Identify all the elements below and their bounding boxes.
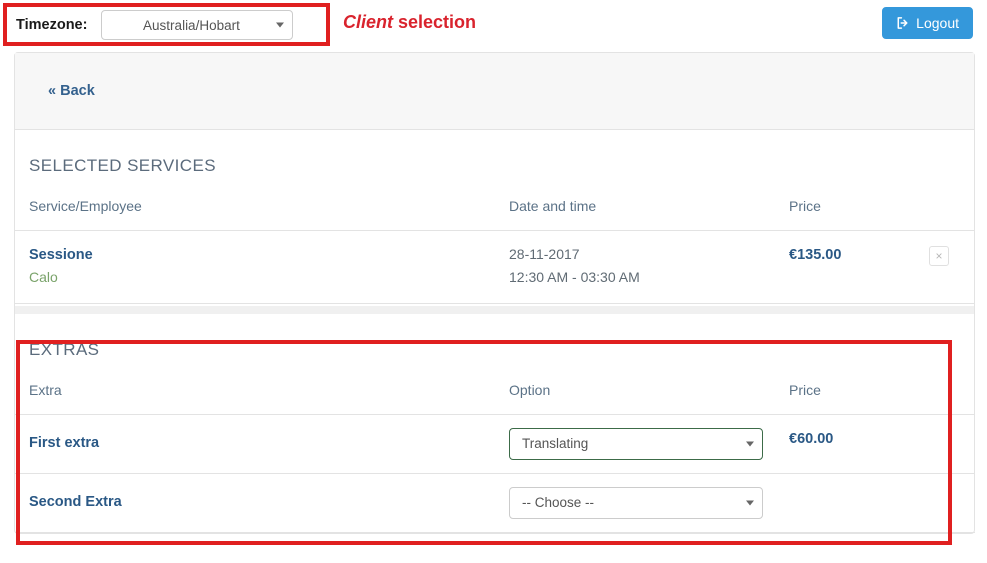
extra-price-cell: €60.00 — [775, 414, 915, 474]
back-link[interactable]: « Back — [48, 83, 95, 99]
chevron-down-icon — [746, 500, 754, 506]
panel-heading: « Back — [15, 53, 974, 130]
column-header-option: Option — [495, 359, 775, 415]
booking-panel: « Back SELECTED SERVICES Service/Employe… — [14, 52, 975, 534]
action-cell: × — [915, 230, 975, 304]
column-header-price: Price — [775, 176, 915, 231]
chevron-down-icon — [746, 441, 754, 447]
timezone-label: Timezone: — [16, 17, 88, 33]
client-selection-emphasis: Client — [343, 12, 394, 32]
datetime-cell: 28-11-2017 12:30 AM - 03:30 AM — [495, 230, 775, 304]
timezone-selected-value: Australia/Hobart — [143, 17, 240, 33]
panel-body: SELECTED SERVICES Service/Employee Date … — [15, 130, 975, 533]
price-cell: €135.00 — [775, 230, 915, 304]
extra-option-select-second[interactable]: -- Choose -- — [509, 486, 763, 519]
table-header-row: Service/Employee Date and time Price — [15, 176, 975, 231]
extra-name-cell: First extra — [15, 414, 495, 474]
service-price: €135.00 — [789, 247, 842, 263]
column-header-extra: Extra — [15, 359, 495, 415]
service-name: Sessione — [29, 247, 93, 263]
extra-option-cell: Translating — [495, 414, 775, 474]
extras-section: EXTRAS Extra Option Price First extra Tr… — [15, 305, 975, 533]
top-bar: Timezone: Australia/Hobart Client select… — [0, 0, 987, 48]
extras-table: Extra Option Price First extra Translati… — [15, 359, 975, 533]
extra-option-cell: -- Choose -- — [495, 473, 775, 533]
timezone-select[interactable]: Australia/Hobart — [101, 10, 294, 40]
selected-services-title: SELECTED SERVICES — [29, 156, 216, 175]
client-selection-annotation: Client selection — [343, 12, 476, 33]
timezone-group: Timezone: Australia/Hobart — [16, 10, 294, 40]
extra-name-cell: Second Extra — [15, 473, 495, 533]
column-header-service: Service/Employee — [15, 176, 495, 231]
remove-service-button[interactable]: × — [929, 246, 949, 266]
column-header-extra-price: Price — [775, 359, 915, 415]
selected-services-table: Service/Employee Date and time Price Ses… — [15, 176, 975, 304]
table-row: Sessione Calo 28-11-2017 12:30 AM - 03:3… — [15, 230, 975, 304]
extra-option-value-first: Translating — [522, 436, 589, 452]
column-header-action — [915, 176, 975, 231]
logout-label: Logout — [916, 15, 959, 31]
extras-header-row: Extra Option Price — [15, 359, 975, 415]
extra-name: First extra — [29, 434, 100, 451]
booking-date: 28-11-2017 — [509, 246, 580, 262]
table-row: First extra Translating €60.00 — [15, 414, 975, 474]
employee-name: Calo — [29, 269, 58, 286]
extra-price: €60.00 — [789, 430, 834, 447]
logout-button[interactable]: Logout — [882, 7, 973, 39]
table-row: Second Extra -- Choose -- — [15, 473, 975, 533]
service-cell: Sessione Calo — [15, 230, 495, 304]
chevron-down-icon — [276, 22, 285, 28]
extra-action-cell — [915, 414, 975, 474]
extra-option-select-first[interactable]: Translating — [509, 427, 763, 460]
column-header-extra-blank — [915, 359, 975, 415]
extras-title: EXTRAS — [29, 339, 100, 359]
client-selection-rest: selection — [393, 12, 477, 32]
booking-time: 12:30 AM - 03:30 AM — [509, 268, 640, 285]
extra-price-cell — [775, 473, 915, 533]
sign-out-icon — [896, 16, 910, 30]
extra-option-value-second: -- Choose -- — [522, 495, 595, 511]
extra-name: Second Extra — [29, 493, 122, 510]
extra-action-cell — [915, 473, 975, 533]
column-header-datetime: Date and time — [495, 176, 775, 231]
